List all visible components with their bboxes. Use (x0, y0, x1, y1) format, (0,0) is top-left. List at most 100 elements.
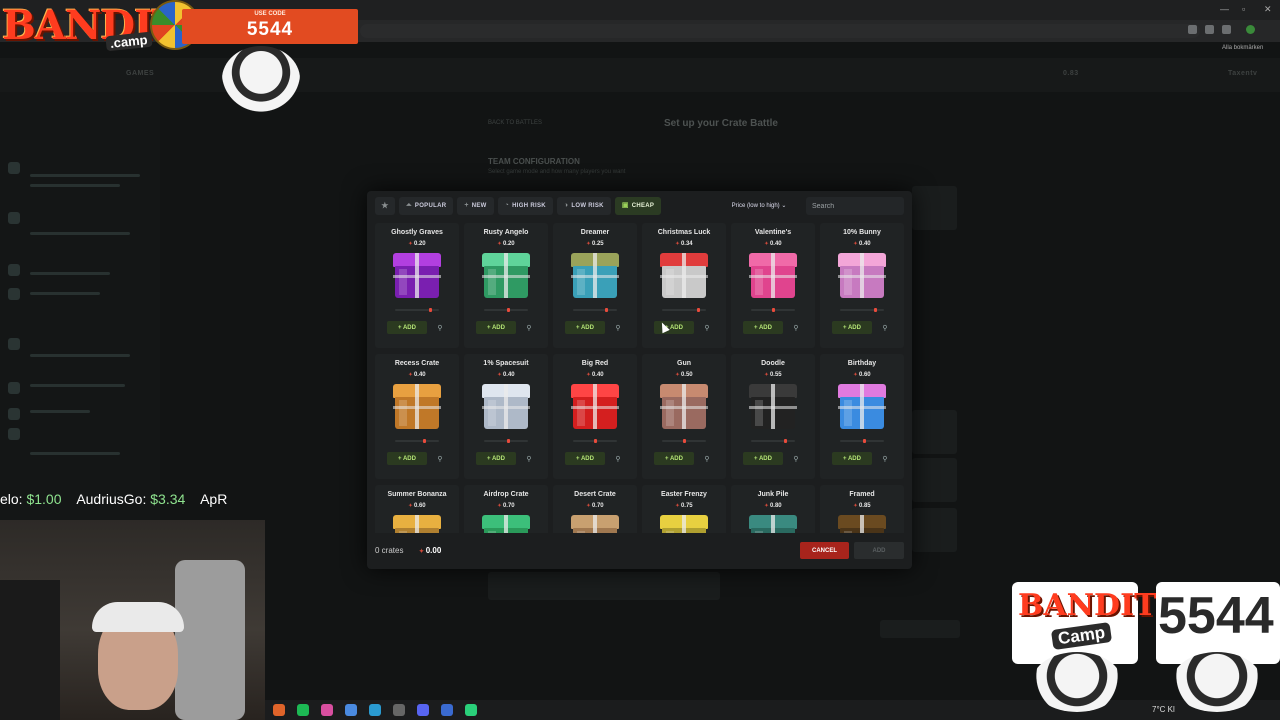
crate-card[interactable]: Christmas Luck0.34ADD⚲ (642, 223, 726, 348)
profile-avatar[interactable] (1246, 25, 1255, 34)
crate-card[interactable]: Birthday 0.60 ADD ⚲ (820, 354, 904, 479)
crate-card[interactable]: Recess Crate 0.40 ADD ⚲ (375, 354, 459, 479)
risk-meter (751, 439, 795, 443)
app-icon[interactable] (441, 704, 453, 716)
magnifier-icon[interactable]: ⚲ (878, 452, 892, 465)
add-crate-button[interactable]: ADD (654, 452, 694, 465)
crate-image (838, 515, 886, 533)
filter-new[interactable]: + NEW (457, 197, 494, 215)
crate-card[interactable]: Valentine's 0.40 ADD ⚲ (731, 223, 815, 348)
filter-high-risk[interactable]: ◔ HIGH RISK (497, 197, 553, 215)
crate-name: Ghostly Graves (391, 229, 443, 236)
favorites-star-icon[interactable]: ★ (375, 197, 395, 215)
extension-icon[interactable] (1188, 25, 1197, 34)
sort-dropdown[interactable]: Price (low to high) ⌄ (719, 197, 799, 215)
add-crate-button[interactable]: ADD (832, 321, 872, 334)
selected-crate-count: 0 crates (375, 546, 404, 555)
firefox-icon[interactable] (273, 704, 285, 716)
crate-card[interactable]: Doodle 0.55 ADD ⚲ (731, 354, 815, 479)
magnifier-icon[interactable]: ⚲ (700, 321, 714, 334)
filter-bar: ★ ⏶ POPULAR + NEW ◔ HIGH RISK ◑ LOW RISK ▣ CH… (375, 197, 662, 215)
risk-meter (395, 308, 439, 312)
magnifier-icon[interactable]: ⚲ (522, 321, 536, 334)
crate-card[interactable]: Framed0.85ADD⚲ (820, 485, 904, 533)
add-crate-button[interactable]: ADD (565, 321, 605, 334)
crate-price: 0.50 (642, 372, 726, 378)
app-icon[interactable] (321, 704, 333, 716)
discord-icon[interactable] (417, 704, 429, 716)
risk-meter (395, 439, 439, 443)
crate-name: Desert Crate (574, 491, 616, 498)
app-icon[interactable] (465, 704, 477, 716)
star-icon[interactable] (1222, 25, 1231, 34)
add-crates-button[interactable]: ADD (854, 542, 904, 559)
add-crate-button[interactable]: ADD (832, 452, 872, 465)
steam-icon[interactable] (369, 704, 381, 716)
crate-card[interactable]: Ghostly Graves 0.20 ADD ⚲ (375, 223, 459, 348)
corner-bandit-text: BANDIT (1018, 588, 1157, 623)
close-window-icon[interactable]: ✕ (1264, 4, 1272, 15)
crate-card[interactable]: 10% Bunny 0.40 ADD ⚲ (820, 223, 904, 348)
username[interactable]: Taxentv (1228, 70, 1257, 77)
crate-band (749, 275, 797, 278)
spotify-icon[interactable] (297, 704, 309, 716)
crate-card[interactable]: Gun 0.50 ADD ⚲ (642, 354, 726, 479)
magnifier-icon[interactable]: ⚲ (878, 321, 892, 334)
risk-marker (593, 439, 597, 443)
maximize-icon[interactable]: ▫ (1242, 4, 1245, 14)
magnifier-icon[interactable]: ⚲ (611, 321, 625, 334)
donor-name: ApR (200, 491, 228, 507)
filter-cheap[interactable]: ▣ CHEAP (614, 197, 662, 215)
crate-shine (844, 531, 852, 533)
weather-widget[interactable]: 7°C Kl (1152, 705, 1175, 714)
add-crate-button[interactable]: ADD (387, 321, 427, 334)
app-icon[interactable] (393, 704, 405, 716)
crate-card[interactable]: Airdrop Crate0.70ADD⚲ (464, 485, 548, 533)
crate-card[interactable]: Easter Frenzy0.75ADD⚲ (642, 485, 726, 533)
crate-card[interactable]: Junk Pile0.80ADD⚲ (731, 485, 815, 533)
chat-message (30, 452, 120, 455)
crate-band (749, 406, 797, 409)
all-bookmarks-link[interactable]: Alla bokmärken (1222, 45, 1263, 51)
donor-name: AudriusGo: (76, 491, 147, 507)
extension-icon[interactable] (1205, 25, 1214, 34)
minimize-icon[interactable]: — (1220, 4, 1229, 14)
crate-shine (666, 269, 674, 295)
chat-message (30, 384, 125, 387)
add-crate-button[interactable]: ADD (565, 452, 605, 465)
magnifier-icon[interactable]: ⚲ (789, 452, 803, 465)
crate-band (571, 406, 619, 409)
app-icon[interactable] (345, 704, 357, 716)
magnifier-icon[interactable]: ⚲ (789, 321, 803, 334)
magnifier-icon[interactable]: ⚲ (611, 452, 625, 465)
add-crate-button[interactable]: ADD (743, 452, 783, 465)
cancel-button[interactable]: CANCEL (800, 542, 849, 559)
crate-card[interactable]: Rusty Angelo 0.20 ADD ⚲ (464, 223, 548, 348)
add-crate-button[interactable]: ADD (476, 321, 516, 334)
add-crate-button[interactable]: ADD (743, 321, 783, 334)
crate-image (482, 515, 530, 533)
back-to-battles-link[interactable]: BACK TO BATTLES (488, 120, 542, 126)
crate-shine (577, 269, 585, 295)
crate-card[interactable]: Summer Bonanza0.60ADD⚲ (375, 485, 459, 533)
risk-marker (422, 439, 426, 443)
nav-games[interactable]: GAMES (126, 70, 154, 77)
address-bar[interactable] (360, 24, 1200, 38)
magnifier-icon[interactable]: ⚲ (522, 452, 536, 465)
crate-card[interactable]: Big Red 0.40 ADD ⚲ (553, 354, 637, 479)
crate-name: 1% Spacesuit (483, 360, 529, 367)
crate-card[interactable]: Desert Crate0.70ADD⚲ (553, 485, 637, 533)
webcam-chair (175, 560, 245, 720)
crate-card[interactable]: Dreamer 0.25 ADD ⚲ (553, 223, 637, 348)
bandit-camp-logo: BANDIT .camp (2, 0, 200, 62)
magnifier-icon[interactable]: ⚲ (433, 321, 447, 334)
add-crate-button[interactable]: ADD (387, 452, 427, 465)
magnifier-icon[interactable]: ⚲ (433, 452, 447, 465)
crate-shine (755, 269, 763, 295)
filter-popular[interactable]: ⏶ POPULAR (399, 197, 454, 215)
search-input[interactable] (806, 197, 904, 215)
magnifier-icon[interactable]: ⚲ (700, 452, 714, 465)
crate-card[interactable]: 1% Spacesuit 0.40 ADD ⚲ (464, 354, 548, 479)
add-crate-button[interactable]: ADD (476, 452, 516, 465)
filter-low-risk[interactable]: ◑ LOW RISK (556, 197, 611, 215)
